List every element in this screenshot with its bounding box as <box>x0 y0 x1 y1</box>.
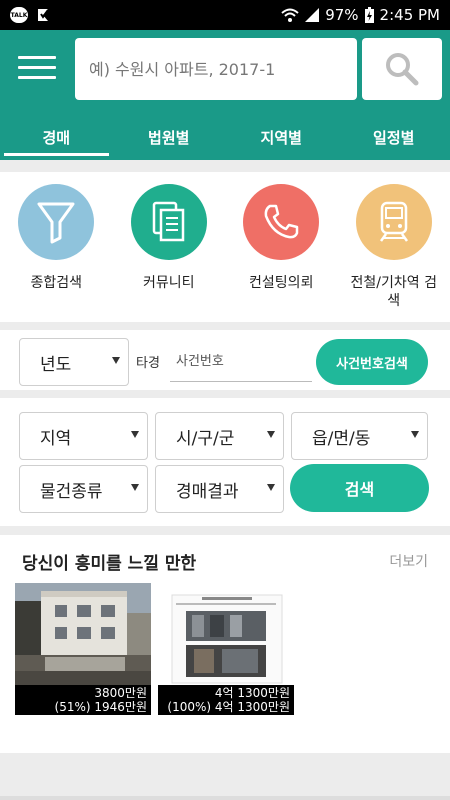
quick-menu: 종합검색 커뮤니티 컨설팅의뢰 전철/기차역 검색 <box>0 172 450 322</box>
recommend-section: 당신이 흥미를 느낄 만한 더보기 3800만원 (51%) 1946만원 4억… <box>0 535 450 753</box>
clock: 2:45 PM <box>379 6 440 24</box>
app-header: 경매 법원별 지역별 일정별 <box>0 30 450 160</box>
filter-panel: 지역 시/구/군 읍/면/동 물건종류 경매결과 검색 <box>0 398 450 526</box>
quick-item-consulting[interactable]: 컨설팅의뢰 <box>225 172 338 322</box>
town-select[interactable]: 읍/면/동 <box>291 412 428 460</box>
caret-down-icon <box>112 357 120 364</box>
kakaotalk-icon: TALK <box>10 7 28 23</box>
caret-down-icon <box>267 484 275 491</box>
region-select-label: 지역 <box>40 428 72 449</box>
wifi-icon <box>281 8 299 22</box>
search-input[interactable] <box>75 38 357 100</box>
card-price-sub: (100%) 4억 1300만원 <box>167 700 290 714</box>
case-number-input[interactable] <box>170 342 312 382</box>
property-type-select[interactable]: 물건종류 <box>19 465 148 513</box>
funnel-icon <box>18 184 95 260</box>
card-price-sub: (51%) 1946만원 <box>54 700 147 714</box>
region-select[interactable]: 지역 <box>19 412 148 460</box>
hamburger-menu-icon[interactable] <box>18 56 56 82</box>
phone-icon <box>243 184 320 260</box>
quick-item-community[interactable]: 커뮤니티 <box>113 172 226 322</box>
tab-by-region[interactable]: 지역별 <box>225 114 338 160</box>
status-bar: TALK 97% 2:45 PM <box>0 0 450 30</box>
auction-result-select[interactable]: 경매결과 <box>155 465 284 513</box>
card-price-main: 3800만원 <box>94 686 147 700</box>
property-photo <box>15 583 151 687</box>
case-search-bar: 년도 타경 사건번호검색 <box>0 330 450 390</box>
property-document-image <box>158 583 294 687</box>
battery-charging-icon <box>364 7 374 23</box>
quick-label: 종합검색 <box>30 275 83 291</box>
tagyeong-label: 타경 <box>136 356 160 371</box>
quick-label: 전철/기차역 검색 <box>350 275 437 309</box>
auction-result-select-label: 경매결과 <box>176 481 239 502</box>
year-select[interactable]: 년도 <box>19 338 129 386</box>
tab-auction[interactable]: 경매 <box>0 114 113 160</box>
caret-down-icon <box>131 484 139 491</box>
section-title: 당신이 흥미를 느낄 만한 <box>22 554 197 574</box>
tab-by-court[interactable]: 법원별 <box>113 114 226 160</box>
signal-icon <box>305 8 320 22</box>
search-submit-button[interactable]: 검색 <box>290 464 429 512</box>
card-price: 3800만원 (51%) 1946만원 <box>15 685 151 715</box>
bottom-edge <box>0 796 450 800</box>
quick-item-comprehensive-search[interactable]: 종합검색 <box>0 172 113 322</box>
quick-label: 커뮤니티 <box>142 275 195 291</box>
train-icon <box>355 184 432 260</box>
search-icon <box>386 53 419 86</box>
main-tabs: 경매 법원별 지역별 일정별 <box>0 114 450 160</box>
year-select-label: 년도 <box>40 354 72 375</box>
property-card[interactable]: 4억 1300만원 (100%) 4억 1300만원 <box>158 583 294 715</box>
caret-down-icon <box>411 431 419 438</box>
case-search-button[interactable]: 사건번호검색 <box>316 339 428 385</box>
property-card[interactable]: 3800만원 (51%) 1946만원 <box>15 583 151 715</box>
card-price-main: 4억 1300만원 <box>214 686 290 700</box>
card-price: 4억 1300만원 (100%) 4억 1300만원 <box>158 685 294 715</box>
property-type-select-label: 물건종류 <box>40 481 103 502</box>
town-select-label: 읍/면/동 <box>312 428 371 449</box>
quick-item-station-search[interactable]: 전철/기차역 검색 <box>338 172 450 322</box>
notification-check-icon <box>38 9 49 21</box>
more-link[interactable]: 더보기 <box>389 551 428 571</box>
caret-down-icon <box>267 431 275 438</box>
battery-percent: 97% <box>325 6 359 24</box>
tab-by-schedule[interactable]: 일정별 <box>338 114 450 160</box>
documents-icon <box>130 184 207 260</box>
caret-down-icon <box>131 431 139 438</box>
city-select[interactable]: 시/구/군 <box>155 412 284 460</box>
search-button[interactable] <box>362 38 442 100</box>
quick-label: 컨설팅의뢰 <box>249 275 314 291</box>
city-select-label: 시/구/군 <box>176 428 235 449</box>
